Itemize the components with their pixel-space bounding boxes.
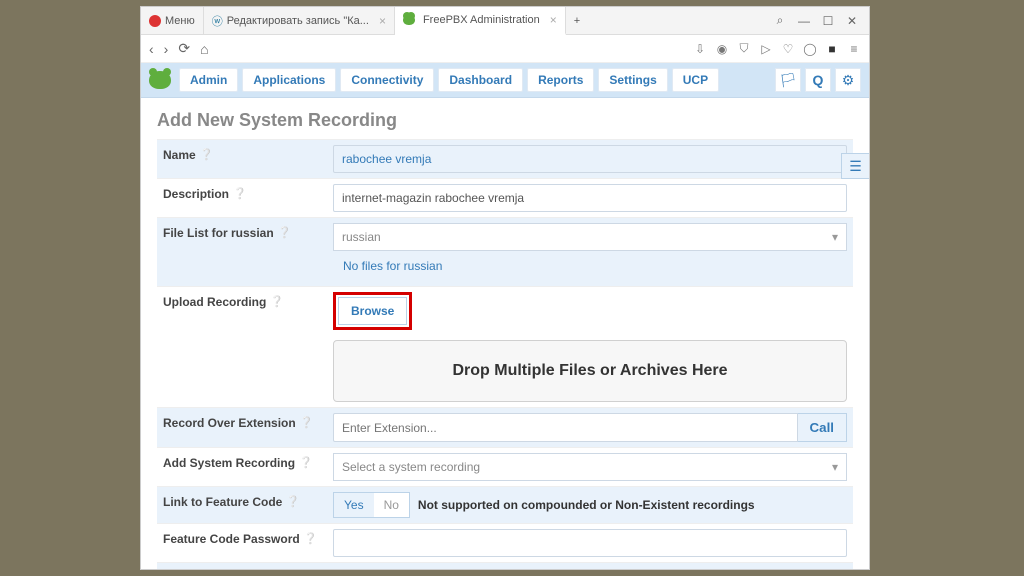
menu-settings[interactable]: Settings — [598, 68, 667, 92]
back-icon[interactable]: ‹ — [149, 41, 154, 57]
menu-admin[interactable]: Admin — [179, 68, 238, 92]
label-name: Name — [163, 148, 196, 170]
help-icon[interactable]: ❔ — [278, 226, 292, 278]
browser-tab[interactable]: ⓦРедактировать запись "Ка...× — [204, 7, 395, 35]
help-icon[interactable]: ❔ — [286, 495, 300, 515]
menu-connectivity[interactable]: Connectivity — [340, 68, 434, 92]
help-icon[interactable]: ❔ — [299, 456, 313, 478]
browse-button[interactable]: Browse — [338, 297, 407, 325]
system-recording-select[interactable]: Select a system recording — [333, 453, 847, 481]
reload-icon[interactable]: ⟳ — [178, 40, 190, 57]
send-icon[interactable]: ▷ — [759, 42, 773, 56]
app-menubar: Admin Applications Connectivity Dashboar… — [141, 63, 869, 98]
format-list: alawg722gsmslnsln16sln48ulawwav — [333, 568, 847, 569]
gear-icon[interactable]: ⚙ — [835, 68, 861, 92]
search-icon[interactable]: ⌕ — [773, 14, 787, 28]
feature-password-input[interactable] — [333, 529, 847, 557]
label-description: Description — [163, 187, 229, 209]
label-addsystem: Add System Recording — [163, 456, 295, 478]
help-icon[interactable]: ❔ — [233, 187, 247, 209]
menu-reports[interactable]: Reports — [527, 68, 594, 92]
maximize-icon[interactable]: ☐ — [821, 14, 835, 28]
help-icon[interactable]: ❔ — [300, 416, 314, 439]
extension-input[interactable] — [333, 413, 798, 442]
menu-icon[interactable]: ≡ — [847, 42, 861, 56]
opera-icon — [149, 15, 161, 27]
search-button-icon[interactable]: Q — [805, 68, 831, 92]
browser-tab-active[interactable]: FreePBX Administration× — [395, 7, 566, 35]
close-icon[interactable]: × — [379, 14, 386, 28]
help-icon[interactable]: ❔ — [200, 148, 214, 170]
label-recordover: Record Over Extension — [163, 416, 296, 439]
freepbx-logo-icon[interactable] — [149, 71, 171, 89]
description-input[interactable] — [333, 184, 847, 212]
label-linkfeature: Link to Feature Code — [163, 495, 282, 515]
label-upload: Upload Recording — [163, 295, 266, 399]
language-icon[interactable]: 🏳 — [775, 68, 801, 92]
language-select[interactable]: russian — [333, 223, 847, 251]
shield-icon[interactable]: ⛉ — [737, 42, 751, 56]
name-input[interactable] — [333, 145, 847, 173]
browse-highlight: Browse — [333, 292, 412, 330]
label-featurepassword: Feature Code Password — [163, 532, 300, 554]
camera-icon[interactable]: ◉ — [715, 42, 729, 56]
minimize-icon[interactable]: — — [797, 14, 811, 28]
link-note: Not supported on compounded or Non-Exist… — [418, 498, 755, 512]
menu-dashboard[interactable]: Dashboard — [438, 68, 523, 92]
label-filelist: File List for russian — [163, 226, 274, 278]
browser-toolbar: ‹ › ⟳ ⌂ ⇩ ◉ ⛉ ▷ ♡ ◯ ■ ≡ — [141, 35, 869, 63]
help-icon[interactable]: ❔ — [304, 532, 318, 554]
video-icon[interactable]: ■ — [825, 42, 839, 56]
download-icon[interactable]: ⇩ — [693, 42, 707, 56]
yesno-toggle[interactable]: YesNo — [333, 492, 410, 518]
close-window-icon[interactable]: ✕ — [845, 14, 859, 28]
browser-titlebar: Меню ⓦРедактировать запись "Ка...× FreeP… — [141, 7, 869, 35]
new-tab-button[interactable]: + — [566, 7, 588, 35]
menu-ucp[interactable]: UCP — [672, 68, 719, 92]
wordpress-icon: ⓦ — [212, 13, 223, 29]
page-title: Add New System Recording — [157, 110, 853, 131]
no-files-text: No files for russian — [333, 251, 847, 281]
dropzone[interactable]: Drop Multiple Files or Archives Here — [333, 340, 847, 402]
close-icon[interactable]: × — [550, 13, 557, 27]
user-icon[interactable]: ◯ — [803, 42, 817, 56]
browser-tab[interactable]: Меню — [141, 7, 204, 35]
forward-icon[interactable]: › — [164, 41, 169, 57]
list-fab-icon[interactable]: ☰ — [841, 153, 869, 179]
freepbx-icon — [403, 15, 415, 25]
help-icon[interactable]: ❔ — [270, 295, 284, 399]
home-icon[interactable]: ⌂ — [200, 41, 208, 57]
call-button[interactable]: Call — [798, 413, 847, 442]
heart-icon[interactable]: ♡ — [781, 42, 795, 56]
menu-applications[interactable]: Applications — [242, 68, 336, 92]
